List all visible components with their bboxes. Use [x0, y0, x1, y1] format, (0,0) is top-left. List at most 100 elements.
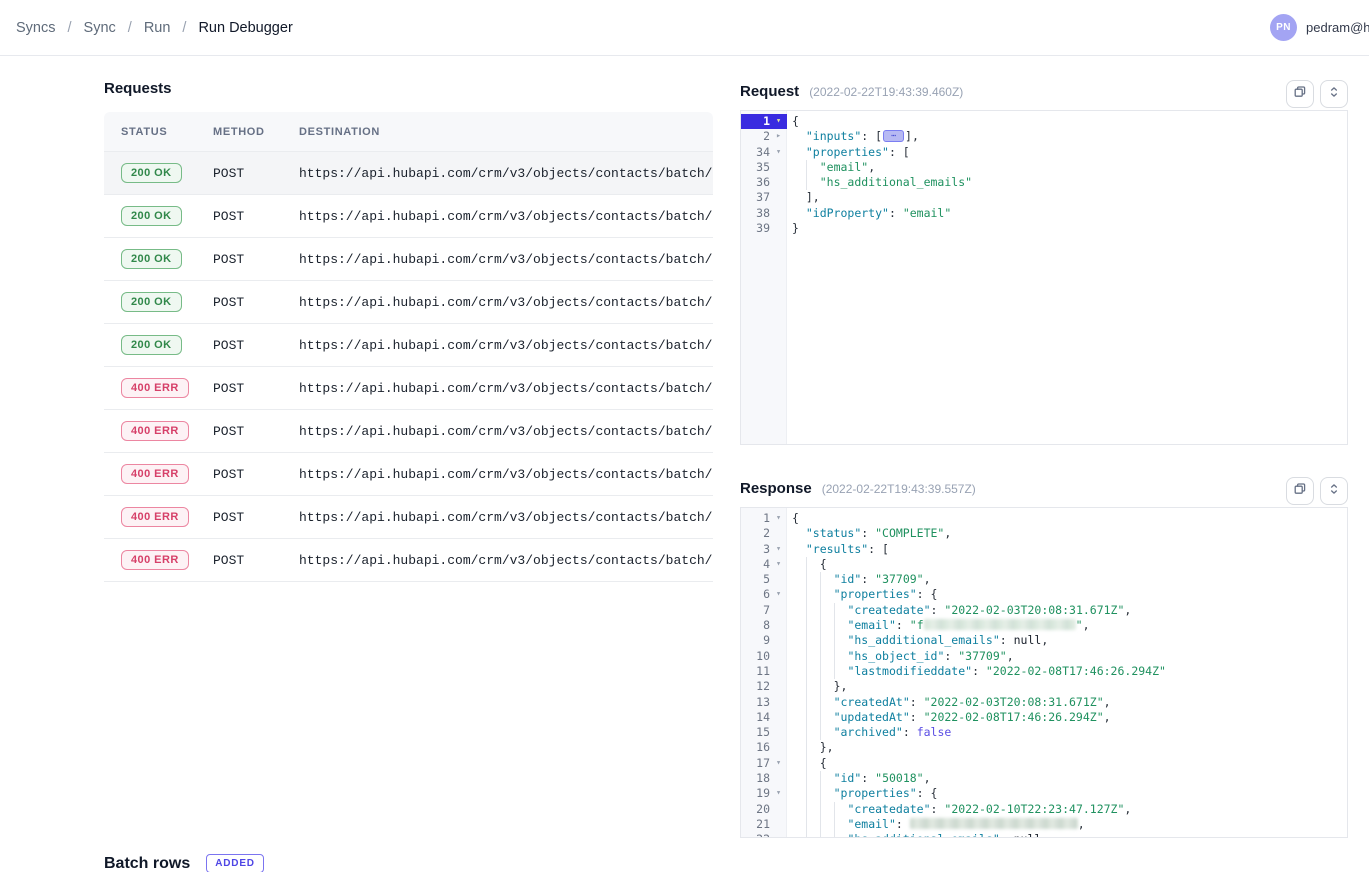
fold-collapsed-icon[interactable]: ▸	[770, 129, 787, 144]
request-row[interactable]: 200 OKPOSThttps://api.hubapi.com/crm/v3/…	[104, 324, 713, 367]
line-number: 1	[741, 511, 770, 526]
line-gutter: 5	[741, 572, 787, 587]
fold-spacer	[770, 526, 787, 541]
method-cell: POST	[213, 338, 299, 353]
line-number: 37	[741, 190, 770, 205]
code-line: 39}	[741, 221, 1347, 236]
request-row[interactable]: 400 ERRPOSThttps://api.hubapi.com/crm/v3…	[104, 367, 713, 410]
response-copy-button[interactable]	[1286, 477, 1314, 505]
fold-spacer	[770, 832, 787, 838]
line-number: 14	[741, 710, 770, 725]
line-number: 5	[741, 572, 770, 587]
fold-open-icon[interactable]: ▾	[770, 557, 787, 572]
fold-spacer	[770, 572, 787, 587]
code-line: 12 },	[741, 679, 1347, 694]
request-row[interactable]: 200 OKPOSThttps://api.hubapi.com/crm/v3/…	[104, 238, 713, 281]
line-gutter: 9	[741, 633, 787, 648]
expand-vertical-icon	[1326, 481, 1342, 502]
request-copy-button[interactable]	[1286, 80, 1314, 108]
line-number: 34	[741, 145, 770, 160]
fold-open-icon[interactable]: ▾	[770, 786, 787, 801]
fold-spacer	[770, 649, 787, 664]
line-gutter: 15	[741, 725, 787, 740]
code-line: 14 "updatedAt": "2022-02-08T17:46:26.294…	[741, 710, 1347, 725]
avatar[interactable]: PN	[1270, 14, 1297, 41]
fold-open-icon[interactable]: ▾	[770, 145, 787, 160]
line-number: 22	[741, 832, 770, 838]
line-gutter: 1▾	[741, 511, 787, 526]
status-badge: 400 ERR	[121, 550, 189, 570]
code-line: 15 "archived": false	[741, 725, 1347, 740]
fold-spacer	[770, 633, 787, 648]
batch-rows-title: Batch rows	[104, 855, 190, 872]
line-gutter: 12	[741, 679, 787, 694]
request-timestamp: (2022-02-22T19:43:39.460Z)	[809, 85, 963, 99]
method-cell: POST	[213, 295, 299, 310]
breadcrumb-item-sync[interactable]: Sync	[84, 20, 116, 36]
request-row[interactable]: 400 ERRPOSThttps://api.hubapi.com/crm/v3…	[104, 453, 713, 496]
user-menu[interactable]: PN pedram@hig	[1270, 14, 1369, 41]
line-number: 11	[741, 664, 770, 679]
breadcrumb-item-syncs[interactable]: Syncs	[16, 20, 56, 36]
line-number: 3	[741, 542, 770, 557]
request-row[interactable]: 200 OKPOSThttps://api.hubapi.com/crm/v3/…	[104, 281, 713, 324]
request-row[interactable]: 200 OKPOSThttps://api.hubapi.com/crm/v3/…	[104, 152, 713, 195]
line-number: 1	[741, 114, 770, 129]
run-debugger-page: Syncs/Sync/Run/Run Debugger PN pedram@hi…	[0, 0, 1369, 872]
line-number: 21	[741, 817, 770, 832]
collapsed-fold-widget[interactable]: ⋯	[883, 130, 904, 142]
breadcrumb: Syncs/Sync/Run/Run Debugger	[16, 0, 293, 56]
code-line: 16 },	[741, 740, 1347, 755]
fold-open-icon[interactable]: ▾	[770, 756, 787, 771]
fold-open-icon[interactable]: ▾	[770, 542, 787, 557]
line-gutter: 14	[741, 710, 787, 725]
line-number: 12	[741, 679, 770, 694]
status-badge: 400 ERR	[121, 421, 189, 441]
request-row[interactable]: 200 OKPOSThttps://api.hubapi.com/crm/v3/…	[104, 195, 713, 238]
copy-icon	[1292, 481, 1308, 502]
column-header-status: STATUS	[104, 126, 213, 138]
code-line: 4▾ {	[741, 557, 1347, 572]
status-badge: 400 ERR	[121, 378, 189, 398]
response-timestamp: (2022-02-22T19:43:39.557Z)	[822, 482, 976, 496]
code-line: 6▾ "properties": {	[741, 587, 1347, 602]
line-gutter: 20	[741, 802, 787, 817]
request-row[interactable]: 400 ERRPOSThttps://api.hubapi.com/crm/v3…	[104, 410, 713, 453]
batch-rows-section: Batch rows ADDED	[104, 854, 264, 872]
line-gutter: 39	[741, 221, 787, 236]
fold-open-icon[interactable]: ▾	[770, 511, 787, 526]
request-editor-lines: 1▾{2▸ "inputs": [⋯],34▾ "properties": [3…	[741, 111, 1347, 236]
request-code-editor[interactable]: 1▾{2▸ "inputs": [⋯],34▾ "properties": [3…	[740, 110, 1348, 445]
line-gutter: 22	[741, 832, 787, 838]
line-number: 39	[741, 221, 770, 236]
line-number: 10	[741, 649, 770, 664]
line-gutter: 11	[741, 664, 787, 679]
code-line: 17▾ {	[741, 756, 1347, 771]
code-line: 10 "hs_object_id": "37709",	[741, 649, 1347, 664]
request-row[interactable]: 400 ERRPOSThttps://api.hubapi.com/crm/v3…	[104, 496, 713, 539]
requests-table: STATUS METHOD DESTINATION 200 OKPOSThttp…	[104, 112, 713, 582]
response-expand-button[interactable]	[1320, 477, 1348, 505]
destination-cell: https://api.hubapi.com/crm/v3/objects/co…	[299, 467, 713, 482]
fold-open-icon[interactable]: ▾	[770, 114, 787, 129]
line-gutter: 13	[741, 695, 787, 710]
code-line: 21 "email": ,	[741, 817, 1347, 832]
code-line: 18 "id": "50018",	[741, 771, 1347, 786]
code-line: 7 "createdate": "2022-02-03T20:08:31.671…	[741, 603, 1347, 618]
code-line: 19▾ "properties": {	[741, 786, 1347, 801]
request-expand-button[interactable]	[1320, 80, 1348, 108]
request-row[interactable]: 400 ERRPOSThttps://api.hubapi.com/crm/v3…	[104, 539, 713, 582]
fold-spacer	[770, 160, 787, 175]
fold-open-icon[interactable]: ▾	[770, 587, 787, 602]
status-badge: 200 OK	[121, 249, 182, 269]
status-badge: 200 OK	[121, 292, 182, 312]
method-cell: POST	[213, 510, 299, 525]
expand-vertical-icon	[1326, 84, 1342, 105]
method-cell: POST	[213, 424, 299, 439]
line-gutter: 16	[741, 740, 787, 755]
response-code-editor[interactable]: 1▾{2 "status": "COMPLETE",3▾ "results": …	[740, 507, 1348, 838]
fold-spacer	[770, 206, 787, 221]
breadcrumb-separator: /	[128, 20, 132, 36]
breadcrumb-item-run[interactable]: Run	[144, 20, 171, 36]
fold-spacer	[770, 618, 787, 633]
